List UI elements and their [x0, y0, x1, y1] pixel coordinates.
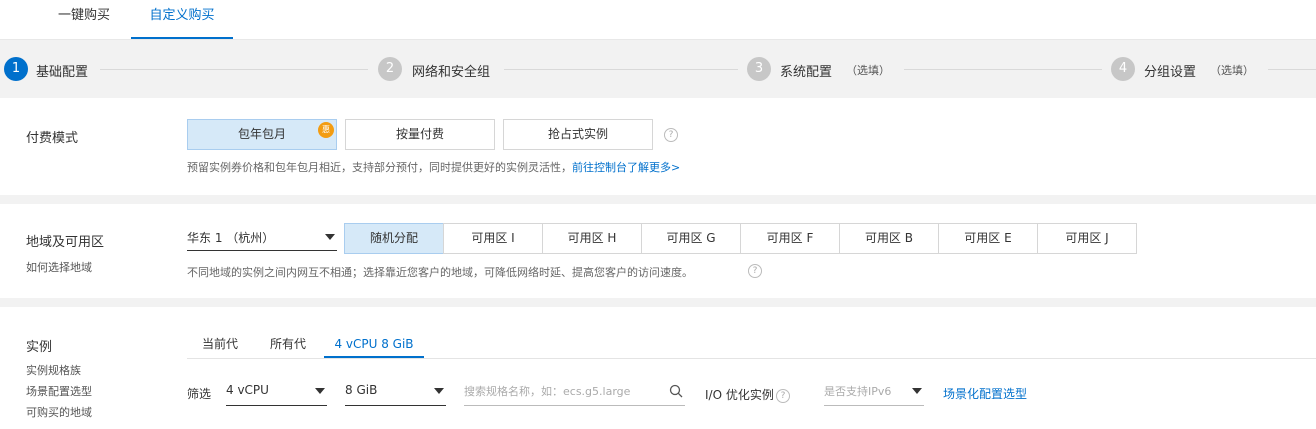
tab-current-generation[interactable]: 当前代 [190, 331, 250, 358]
zone-b[interactable]: 可用区 B [839, 223, 939, 254]
zone-i[interactable]: 可用区 I [443, 223, 543, 254]
step-4-label[interactable]: 分组设置 [1144, 61, 1196, 80]
zone-h[interactable]: 可用区 H [542, 223, 642, 254]
billing-hint: 预留实例券价格和包年包月相近，支持部分预付，同时提供更好的实例灵活性，前往控制台… [187, 159, 680, 175]
step-2-circle[interactable]: 2 [378, 57, 402, 81]
search-input[interactable]: 搜索规格名称，如：ecs.g5.large [464, 385, 630, 398]
section-gap [0, 195, 1316, 204]
step-1-circle[interactable]: 1 [4, 57, 28, 81]
zone-f[interactable]: 可用区 F [740, 223, 840, 254]
scene-config-select-link[interactable]: 场景化配置选型 [943, 385, 1027, 402]
step-4-circle[interactable]: 4 [1111, 57, 1135, 81]
step-2-label[interactable]: 网络和安全组 [412, 61, 490, 80]
discount-badge: 惠 [318, 122, 334, 138]
tabs-divider [187, 358, 1316, 359]
step-4-optional: （选填） [1210, 64, 1254, 77]
step-divider [100, 69, 368, 70]
memory-select-value: 8 GiB [345, 383, 378, 397]
tab-custom-buy[interactable]: 自定义购买 [131, 0, 233, 39]
region-help-link[interactable]: 如何选择地域 [26, 259, 92, 275]
billing-title: 付费模式 [26, 131, 79, 146]
billing-section: 付费模式 包年包月 惠 按量付费 抢占式实例 ? 预留实例券价格和包年包月相近，… [4, 98, 1316, 195]
zone-selector: 随机分配 可用区 I 可用区 H 可用区 G 可用区 F 可用区 B 可用区 E… [344, 223, 1137, 254]
steps-bar: 1 基础配置 2 网络和安全组 3 系统配置 （选填） 4 分组设置 （选填） [0, 40, 1316, 98]
step-1-label[interactable]: 基础配置 [36, 61, 88, 80]
console-link[interactable]: 前往控制台了解更多> [572, 161, 680, 174]
zone-g[interactable]: 可用区 G [641, 223, 741, 254]
billing-option-spot[interactable]: 抢占式实例 [503, 119, 653, 150]
tab-all-generations[interactable]: 所有代 [258, 331, 318, 358]
chevron-down-icon [315, 388, 325, 394]
vcpu-select-value: 4 vCPU [226, 383, 269, 397]
available-regions-link[interactable]: 可购买的地域 [26, 404, 92, 420]
ipv6-select[interactable]: 是否支持IPv6 [824, 383, 924, 406]
step-3-optional: （选填） [846, 64, 890, 77]
step-divider [904, 69, 1102, 70]
billing-hint-text: 预留实例券价格和包年包月相近，支持部分预付，同时提供更好的实例灵活性， [187, 161, 572, 174]
spec-search-field[interactable]: 搜索规格名称，如：ecs.g5.large [464, 383, 685, 406]
zone-random[interactable]: 随机分配 [344, 223, 444, 254]
memory-select[interactable]: 8 GiB [345, 383, 446, 406]
chevron-down-icon [325, 234, 335, 240]
vcpu-select[interactable]: 4 vCPU [226, 383, 327, 406]
step-divider [1268, 69, 1316, 70]
help-icon[interactable]: ? [776, 389, 790, 403]
search-icon[interactable] [669, 384, 683, 398]
scene-config-link[interactable]: 场景配置选型 [26, 383, 92, 399]
io-optimized-label: I/O 优化实例 [705, 388, 774, 402]
purchase-mode-tabs: 一键购买 自定义购买 [0, 0, 1316, 40]
step-3-label[interactable]: 系统配置 [780, 61, 832, 80]
billing-option-pay-as-you-go[interactable]: 按量付费 [345, 119, 495, 150]
instance-family-link[interactable]: 实例规格族 [26, 362, 81, 378]
filter-label: 筛选 [187, 387, 212, 401]
step-divider [504, 69, 738, 70]
zone-j[interactable]: 可用区 J [1037, 223, 1137, 254]
region-hint: 不同地域的实例之间内网互不相通；选择靠近您客户的地域，可降低网络时延、提高您客户… [187, 266, 693, 279]
chevron-down-icon [912, 388, 922, 394]
instance-title: 实例 [26, 340, 53, 355]
step-3-circle[interactable]: 3 [747, 57, 771, 81]
chevron-down-icon [434, 388, 444, 394]
billing-option-subscription[interactable]: 包年包月 [187, 119, 337, 150]
region-select[interactable]: 华东 1 （杭州） [187, 229, 337, 251]
tab-4vcpu-8gib[interactable]: 4 vCPU 8 GiB [324, 331, 424, 358]
region-title: 地域及可用区 [26, 235, 105, 250]
zone-e[interactable]: 可用区 E [938, 223, 1038, 254]
region-select-value: 华东 1 （杭州） [187, 231, 275, 245]
instance-section: 实例 实例规格族 场景配置选型 可购买的地域 [4, 307, 1316, 429]
section-gap [0, 298, 1316, 307]
help-icon[interactable]: ? [748, 264, 762, 278]
help-icon[interactable]: ? [664, 128, 678, 142]
ipv6-select-placeholder: 是否支持IPv6 [824, 385, 892, 398]
tab-quick-buy[interactable]: 一键购买 [42, 0, 126, 39]
